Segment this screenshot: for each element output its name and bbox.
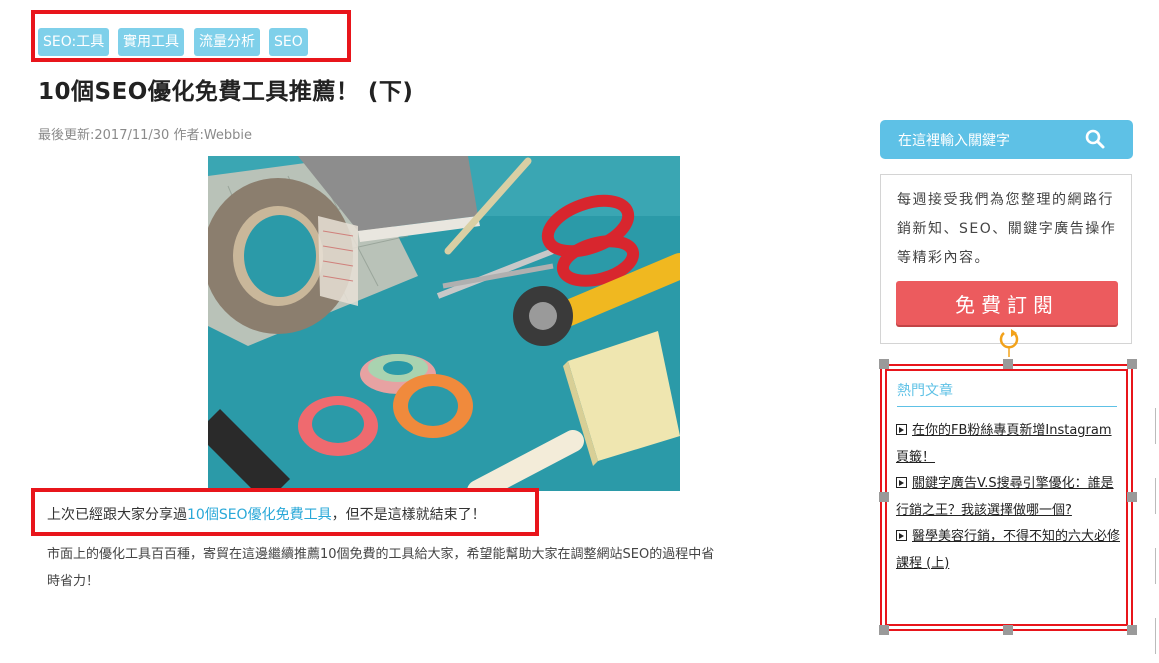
edge-divider xyxy=(1155,548,1159,584)
tag-traffic-analysis[interactable]: 流量分析 xyxy=(194,28,260,56)
subscribe-button[interactable]: 免費訂閱 xyxy=(896,281,1118,325)
article-title: 10個SEO優化免費工具推薦！ (下) xyxy=(38,79,414,105)
popular-posts-title: 熱門文章 xyxy=(897,383,953,399)
popular-post-item[interactable]: 關鍵字廣告V.S搜尋引擎優化：誰是行銷之王？我該選擇做哪一個? xyxy=(896,471,1122,524)
body-paragraph: 市面上的優化工具百百種，寄貿在這邊繼續推薦10個免費的工具給大家，希望能幫助大家… xyxy=(47,541,847,595)
popular-posts-divider xyxy=(897,406,1117,407)
tag-seo[interactable]: SEO xyxy=(269,28,308,56)
resize-handle-bottom-left[interactable] xyxy=(879,625,889,635)
resize-handle-top-right[interactable] xyxy=(1127,359,1137,369)
resize-handle-bottom[interactable] xyxy=(1003,625,1013,635)
popular-post-title: 在你的FB粉絲專頁新增Instagram頁籤！ xyxy=(896,423,1112,465)
popular-post-item[interactable]: 醫學美容行銷，不得不知的六大必修課程 (上) xyxy=(896,524,1122,577)
edge-divider xyxy=(1155,408,1159,444)
play-square-icon xyxy=(896,530,907,541)
edge-divider xyxy=(1155,618,1159,654)
intro-article-link[interactable]: 10個SEO優化免費工具 xyxy=(187,507,332,523)
resize-handle-left[interactable] xyxy=(879,492,889,502)
intro-prefix: 上次已經跟大家分享過 xyxy=(47,507,187,523)
popular-post-title: 關鍵字廣告V.S搜尋引擎優化：誰是行銷之王？我該選擇做哪一個? xyxy=(896,476,1114,518)
tag-practical-tools[interactable]: 實用工具 xyxy=(118,28,184,56)
search-input[interactable]: 在這裡輸入關鍵字 xyxy=(898,130,1010,150)
subscribe-description: 每週接受我們為您整理的網路行銷新知、SEO、關鍵字廣告操作等精彩內容。 xyxy=(897,192,1117,266)
edge-divider xyxy=(1155,478,1159,514)
play-square-icon xyxy=(896,477,907,488)
play-square-icon xyxy=(896,424,907,435)
popular-post-title: 醫學美容行銷，不得不知的六大必修課程 (上) xyxy=(896,529,1121,571)
search-icon[interactable] xyxy=(1084,128,1106,150)
resize-handle-top-left[interactable] xyxy=(879,359,889,369)
resize-handle-top[interactable] xyxy=(1003,359,1013,369)
body-line-1: 市面上的優化工具百百種，寄貿在這邊繼續推薦10個免費的工具給大家，希望能幫助大家… xyxy=(47,547,715,562)
resize-handle-bottom-right[interactable] xyxy=(1127,625,1137,635)
tag-seo-tools[interactable]: SEO:工具 xyxy=(38,28,110,56)
article-meta: 最後更新:2017/11/30 作者:Webbie xyxy=(38,128,253,143)
popular-posts-list: 在你的FB粉絲專頁新增Instagram頁籤！ 關鍵字廣告V.S搜尋引擎優化：誰… xyxy=(896,418,1122,577)
intro-suffix: ，但不是這樣就結束了！ xyxy=(331,507,486,523)
intro-paragraph: 上次已經跟大家分享過10個SEO優化免費工具，但不是這樣就結束了！ xyxy=(47,504,486,524)
popular-post-item[interactable]: 在你的FB粉絲專頁新增Instagram頁籤！ xyxy=(896,418,1122,471)
body-line-2: 時省力！ xyxy=(47,574,100,589)
hero-image xyxy=(208,156,680,491)
resize-handle-right[interactable] xyxy=(1127,492,1137,502)
rotate-handle-icon[interactable] xyxy=(997,327,1021,357)
